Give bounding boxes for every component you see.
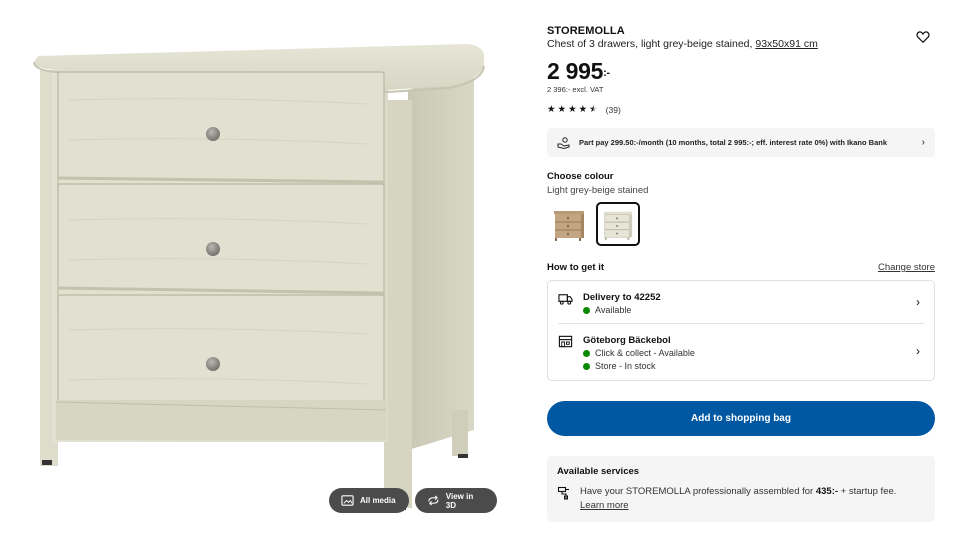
grey-beige-dresser-thumbnail xyxy=(603,211,633,241)
product-title: STOREMOLLA xyxy=(547,25,625,37)
star-full-icon: ★ xyxy=(578,104,588,115)
star-half-icon: ★ xyxy=(589,104,598,115)
product-image[interactable] xyxy=(28,30,488,518)
colour-swatch-brown[interactable] xyxy=(547,202,591,246)
assembly-service-text: Have your STOREMOLLA professionally asse… xyxy=(580,485,920,512)
all-media-button[interactable]: All media xyxy=(329,488,409,513)
selected-colour-name: Light grey-beige stained xyxy=(547,185,649,196)
chevron-right-icon: › xyxy=(916,295,920,309)
product-description: Chest of 3 drawers, light grey-beige sta… xyxy=(547,38,818,50)
delivery-option[interactable]: Delivery to 42252 Available › xyxy=(548,281,934,323)
gallery-icon xyxy=(341,495,354,506)
delivery-label: Delivery to 42252 xyxy=(583,292,661,303)
part-pay-text: Part pay 299.50:-/month (10 months, tota… xyxy=(579,138,887,147)
delivery-status: Available xyxy=(583,305,631,315)
assembly-text-after: + startup fee. xyxy=(838,486,897,497)
price-excl-vat: 2 396:- excl. VAT xyxy=(547,85,604,94)
store-stock-text: Store - In stock xyxy=(595,361,656,371)
store-label: Göteborg Bäckebol xyxy=(583,335,671,346)
add-to-shopping-bag-button[interactable]: Add to shopping bag xyxy=(547,401,935,436)
price-suffix: :- xyxy=(603,67,610,79)
product-info: STOREMOLLA Chest of 3 drawers, light gre… xyxy=(547,0,935,536)
learn-more-link[interactable]: Learn more xyxy=(580,500,629,511)
star-full-icon: ★ xyxy=(547,104,556,115)
fulfilment-options: Delivery to 42252 Available › Göteborg B… xyxy=(547,280,935,381)
available-dot-icon xyxy=(583,306,590,314)
assembly-price: 435:- xyxy=(815,486,839,497)
hand-coins-icon xyxy=(557,136,570,149)
chevron-right-icon: › xyxy=(921,137,925,148)
brown-dresser-thumbnail xyxy=(554,211,584,241)
chevron-right-icon: › xyxy=(916,344,920,358)
favourite-heart-icon[interactable] xyxy=(916,30,930,44)
all-media-label: All media xyxy=(360,496,396,505)
star-full-icon: ★ xyxy=(557,104,567,115)
product-price: 2 995 :- xyxy=(547,58,610,85)
available-dot-icon xyxy=(583,349,590,357)
view-3d-button[interactable]: View in 3D xyxy=(415,488,497,513)
colour-swatch-light-grey-beige[interactable] xyxy=(596,202,640,246)
star-full-icon: ★ xyxy=(568,104,577,115)
assembly-text-before: Have your STOREMOLLA professionally asse… xyxy=(580,486,816,497)
how-to-get-it-heading: How to get it xyxy=(547,262,604,273)
delivery-status-text: Available xyxy=(595,305,632,315)
part-pay-banner[interactable]: Part pay 299.50:-/month (10 months, tota… xyxy=(547,128,935,157)
view-3d-label: View in 3D xyxy=(445,491,474,510)
available-services-heading: Available services xyxy=(557,466,640,477)
store-icon xyxy=(558,335,573,348)
click-collect-text: Click & collect - Available xyxy=(595,348,695,358)
truck-icon xyxy=(558,294,573,305)
price-main: 2 995 xyxy=(547,58,604,84)
product-description-text: Chest of 3 drawers, light grey-beige sta… xyxy=(547,38,753,50)
product-gallery: All media View in 3D xyxy=(0,0,530,536)
change-store-link[interactable]: Change store xyxy=(878,262,935,273)
rating-count: (39) xyxy=(605,105,621,115)
available-services-panel: Available services Have your STOREMOLLA … xyxy=(547,456,935,522)
in-stock-dot-icon xyxy=(583,362,590,370)
rating-summary[interactable]: ★ ★ ★ ★ ★ (39) xyxy=(547,104,621,116)
store-option[interactable]: Göteborg Bäckebol Click & collect - Avai… xyxy=(548,324,934,381)
rotate-3d-icon xyxy=(428,495,439,506)
product-dimensions-link[interactable]: 93x50x91 cm xyxy=(755,38,817,50)
store-stock-status: Store - In stock xyxy=(583,361,656,371)
choose-colour-heading: Choose colour xyxy=(547,171,614,182)
assembly-tool-icon xyxy=(557,486,569,500)
click-collect-status: Click & collect - Available xyxy=(583,348,695,358)
